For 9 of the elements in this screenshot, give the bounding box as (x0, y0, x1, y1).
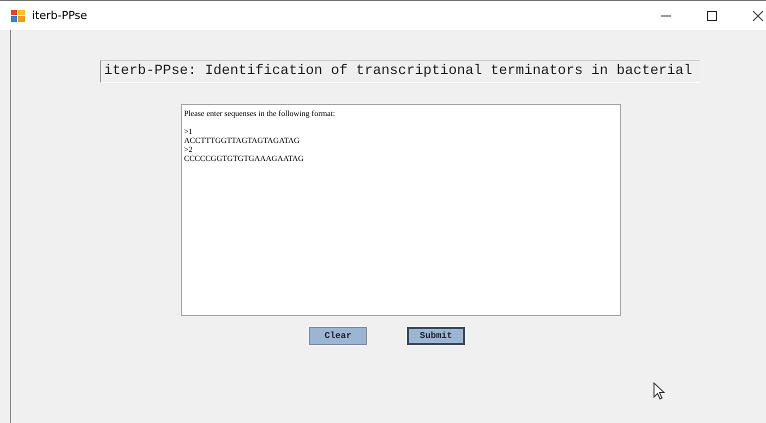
action-button[interactable]: Submit (407, 327, 465, 345)
sequence-input-field[interactable]: Please enter sequenses in the following format: >1 ACCTTTGGTTAGTAGTAGATAG >2 CCCCCGGTGTGTGAAAGAATAG (181, 104, 621, 316)
maximize-icon[interactable] (706, 10, 718, 22)
window-title: iterb-PPse (32, 9, 88, 22)
action-button[interactable]: Clear (309, 327, 367, 345)
mouse-pointer-icon (653, 382, 665, 400)
app-icon (11, 10, 25, 22)
close-icon[interactable] (752, 10, 764, 22)
heading-label: iterb-PPse: Identification of transcriptional terminators in bacterial (100, 60, 700, 83)
